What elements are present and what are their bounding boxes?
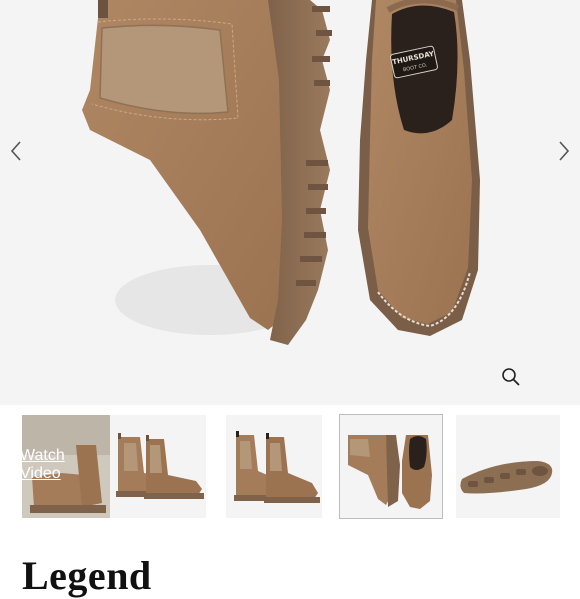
thumbnail-sole[interactable] — [456, 415, 560, 518]
product-image-gallery: THURSDAY BOOT CO. — [0, 0, 580, 405]
boot-pair-side-image — [110, 415, 206, 518]
boot-top-down-image — [340, 415, 442, 518]
thumbnail-watch-video[interactable]: Watch Video — [22, 415, 118, 518]
boot-pair-angled-image — [226, 415, 322, 518]
chevron-right-icon — [559, 141, 570, 161]
magnifier-icon — [502, 368, 520, 386]
zoom-button[interactable] — [500, 366, 522, 388]
chevron-left-icon — [10, 141, 21, 161]
thumbnail-strip: Watch Video — [0, 412, 580, 522]
watch-video-label: Watch Video — [22, 447, 65, 482]
thumbnail-top-down[interactable] — [339, 414, 443, 519]
thumbnail-side-pair[interactable] — [110, 415, 206, 518]
previous-image-button[interactable] — [4, 138, 28, 164]
next-image-button[interactable] — [552, 138, 576, 164]
thumbnail-angled-pair[interactable] — [226, 415, 322, 518]
boot-sole-image — [456, 415, 560, 518]
product-title: Legend — [22, 553, 152, 598]
main-product-image: THURSDAY BOOT CO. — [82, 0, 480, 345]
